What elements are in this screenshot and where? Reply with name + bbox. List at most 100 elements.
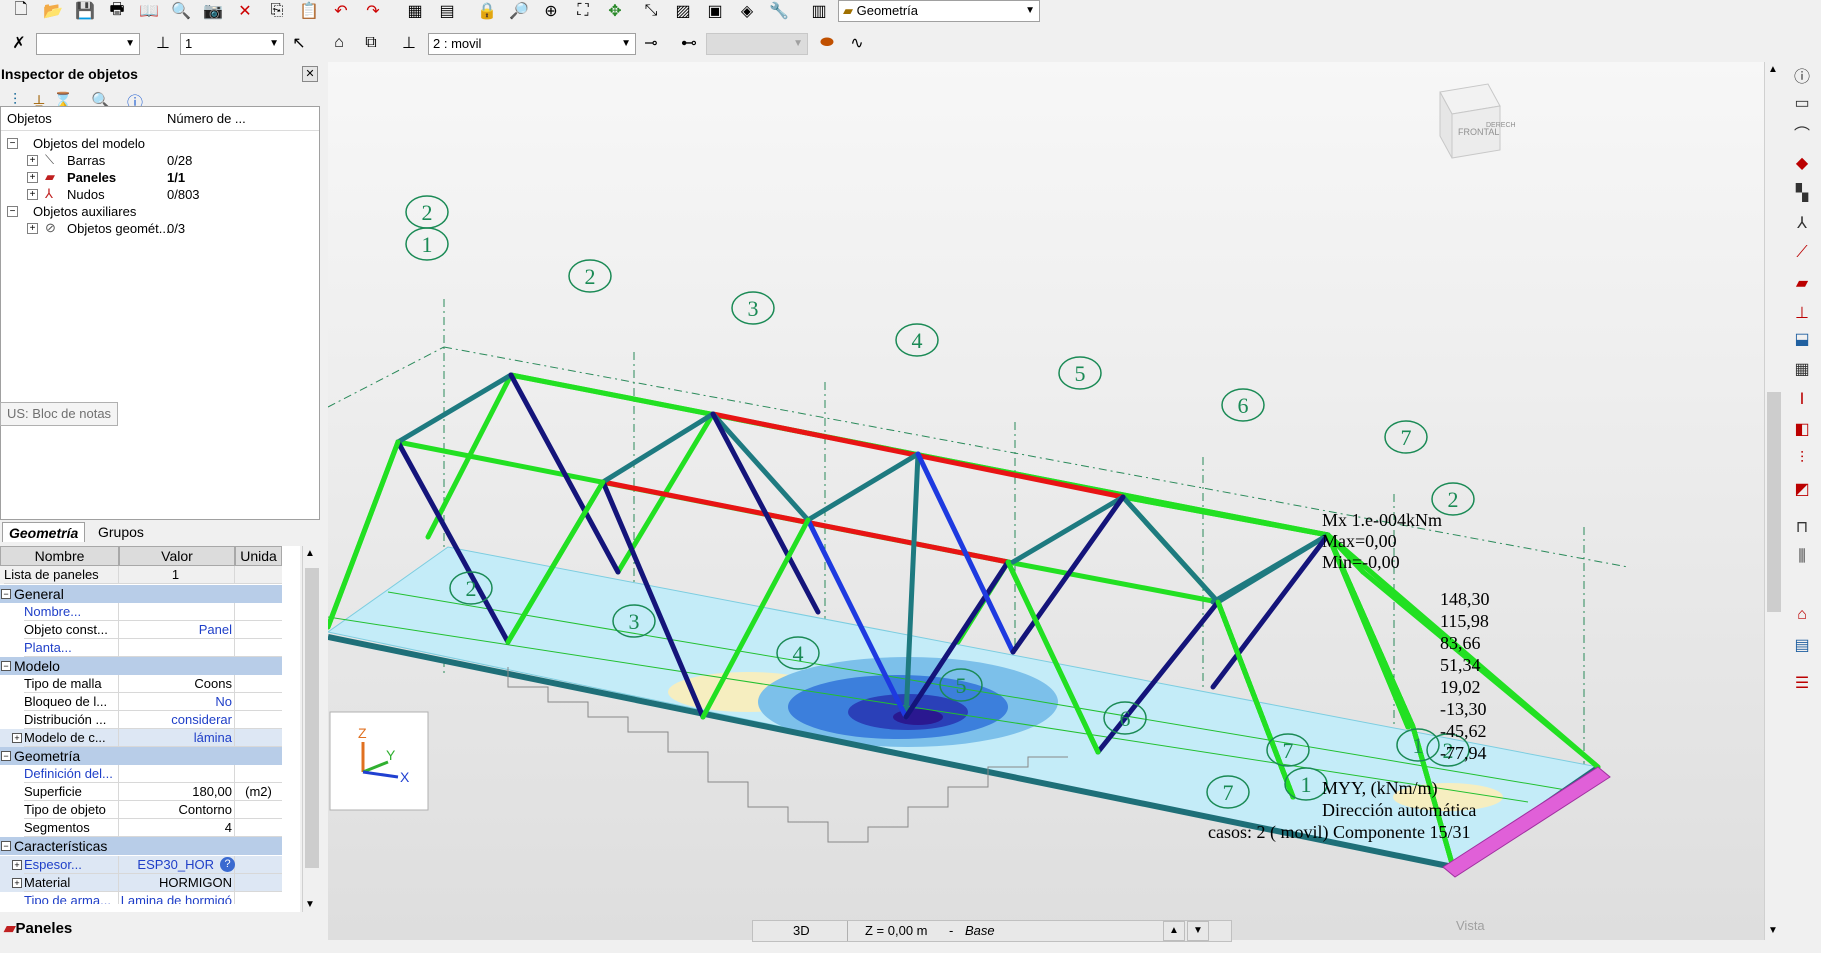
model-viewport[interactable]: 2 1 2 3 4 5 6 7 2 2 3 4 5 6 7 1 2 1 7 Mx…: [328, 62, 1764, 940]
story-select[interactable]: 1 ▼: [180, 33, 284, 55]
load-case-icon[interactable]: ⊥: [398, 32, 420, 54]
property-value[interactable]: Coons: [119, 675, 235, 693]
property-value[interactable]: lámina: [119, 729, 235, 747]
undo-icon[interactable]: ↶: [330, 0, 352, 22]
open-folder-icon[interactable]: 📂: [42, 0, 64, 22]
zoom-extent-icon[interactable]: ⛶: [572, 0, 594, 22]
material-tool-icon[interactable]: ◧: [1789, 416, 1815, 442]
zoom-in-icon[interactable]: ⊕: [540, 0, 562, 22]
support-tool-icon[interactable]: ⊥: [1789, 300, 1815, 326]
collapse-icon[interactable]: −: [1, 589, 11, 599]
property-row[interactable]: Superficie 180,00 (m2): [0, 783, 282, 801]
delete-icon[interactable]: ✕: [234, 0, 256, 22]
property-value[interactable]: ESP30_HOR: [119, 856, 235, 874]
collapse-icon[interactable]: −: [7, 206, 18, 217]
frame-icon[interactable]: ⌂: [1789, 602, 1815, 628]
property-value[interactable]: 4: [119, 819, 235, 837]
property-value[interactable]: HORMIGON: [119, 874, 235, 892]
tree-node-auxiliary-objects[interactable]: Objetos auxiliares: [33, 204, 136, 219]
help-pointer-icon[interactable]: ↖: [288, 32, 310, 54]
property-value[interactable]: considerar: [119, 711, 235, 729]
redo-icon[interactable]: ↷: [362, 0, 384, 22]
grid-tool-icon[interactable]: ▦: [1789, 356, 1815, 382]
collapse-icon[interactable]: −: [1, 751, 11, 761]
tab-geometry[interactable]: Geometría: [2, 522, 86, 542]
property-value[interactable]: Contorno: [119, 801, 235, 819]
pan-icon[interactable]: ✥: [604, 0, 626, 22]
expand-icon[interactable]: +: [12, 878, 22, 888]
property-row[interactable]: + Material HORMIGON: [0, 874, 282, 892]
rotate-view-icon[interactable]: ⤡: [640, 0, 662, 22]
property-row[interactable]: Segmentos 4: [0, 819, 282, 837]
scroll-thumb[interactable]: [1767, 392, 1781, 612]
expand-icon[interactable]: +: [12, 860, 22, 870]
next-case-icon[interactable]: ⊷: [678, 32, 700, 54]
structure-type-icon[interactable]: ✗: [8, 32, 30, 54]
pile-icon[interactable]: ⫼: [1789, 544, 1815, 570]
property-row[interactable]: Nombre...: [0, 603, 282, 621]
section-general[interactable]: − General: [0, 585, 282, 603]
print-preview-icon[interactable]: 🔍: [170, 0, 192, 22]
property-row[interactable]: + Espesor... ESP30_HOR?: [0, 856, 282, 874]
expand-icon[interactable]: +: [12, 733, 22, 743]
wall-icon[interactable]: ▚: [1789, 180, 1815, 206]
chevron-up-icon[interactable]: ▲: [1768, 64, 1778, 75]
print-icon[interactable]: 🖶: [106, 0, 128, 22]
tools-icon[interactable]: 🔧: [768, 0, 790, 22]
load-tool-icon[interactable]: ⬓: [1789, 326, 1815, 352]
property-row[interactable]: + Modelo de c... lámina: [0, 729, 282, 747]
results-map-icon[interactable]: ⬬: [816, 32, 838, 54]
tree-node-geometric-objects[interactable]: Objetos geomét...: [67, 221, 170, 236]
tree-node-panels[interactable]: Paneles: [67, 170, 116, 185]
node-tool-icon[interactable]: ⅄: [1789, 210, 1815, 236]
deformation-icon[interactable]: ∿: [846, 32, 868, 54]
property-value[interactable]: [119, 639, 235, 657]
layout-icon[interactable]: ▥: [808, 0, 830, 22]
property-row[interactable]: Tipo de arma... Lamina de hormigó: [0, 892, 282, 904]
copy-icon[interactable]: ⎘: [266, 0, 288, 22]
chevron-up-icon[interactable]: ▲: [305, 548, 315, 559]
property-row[interactable]: Definición del...: [0, 765, 282, 783]
story-icon[interactable]: ⊥: [152, 32, 174, 54]
info-icon[interactable]: ⓘ: [1789, 62, 1815, 88]
section-model[interactable]: − Modelo: [0, 657, 282, 675]
property-value[interactable]: 180,00: [119, 783, 235, 801]
previous-case-icon[interactable]: ⊸: [640, 32, 662, 54]
chevron-down-icon[interactable]: ▼: [305, 899, 315, 910]
display-icon[interactable]: ▣: [704, 0, 726, 22]
model-canvas[interactable]: 2 1 2 3 4 5 6 7 2 2 3 4 5 6 7 1 2 1 7 Mx…: [328, 62, 1764, 940]
tab-panels[interactable]: ▰Paneles: [0, 918, 72, 940]
property-row[interactable]: Distribución ... considerar: [0, 711, 282, 729]
property-row[interactable]: Planta...: [0, 639, 282, 657]
table-icon[interactable]: ▦: [404, 0, 426, 22]
zoom-window-icon[interactable]: 🔎: [508, 0, 530, 22]
collapse-icon[interactable]: −: [1, 661, 11, 671]
section-view-icon[interactable]: ▭: [1789, 90, 1815, 116]
help-icon[interactable]: ?: [220, 857, 235, 872]
property-value[interactable]: [119, 603, 235, 621]
chevron-down-icon[interactable]: ▼: [1768, 925, 1778, 936]
tree-node-model-objects[interactable]: Objetos del modelo: [33, 136, 145, 151]
view-layout-select[interactable]: ▰ Geometría ▼: [838, 0, 1040, 22]
copy-view-icon[interactable]: ⧉: [360, 32, 382, 54]
tree-node-bars[interactable]: Barras: [67, 153, 105, 168]
property-row[interactable]: Tipo de objeto Contorno: [0, 801, 282, 819]
section-geometry[interactable]: − Geometría: [0, 747, 282, 765]
lock-icon[interactable]: 🔒: [476, 0, 498, 22]
tab-groups[interactable]: Grupos: [92, 522, 150, 542]
expand-icon[interactable]: +: [27, 189, 38, 200]
polyline-icon[interactable]: ⌒: [1789, 120, 1815, 146]
property-value[interactable]: No: [119, 693, 235, 711]
property-value[interactable]: Lamina de hormigó: [119, 892, 235, 904]
calculator-icon[interactable]: ▤: [436, 0, 458, 22]
expand-icon[interactable]: +: [27, 155, 38, 166]
viewport-scrollbar[interactable]: ▲ ▼: [1764, 62, 1782, 940]
properties-scrollbar[interactable]: ▲ ▼: [302, 546, 320, 912]
tree-node-nodes[interactable]: Nudos: [67, 187, 105, 202]
solid-icon[interactable]: ◆: [1789, 150, 1815, 176]
panel-tool-icon[interactable]: ▰: [1789, 270, 1815, 296]
status-mode[interactable]: 3D: [793, 921, 810, 941]
foundation-icon[interactable]: ⊓: [1789, 514, 1815, 540]
level-down-button[interactable]: ▼: [1187, 921, 1209, 941]
property-value[interactable]: Panel: [119, 621, 235, 639]
